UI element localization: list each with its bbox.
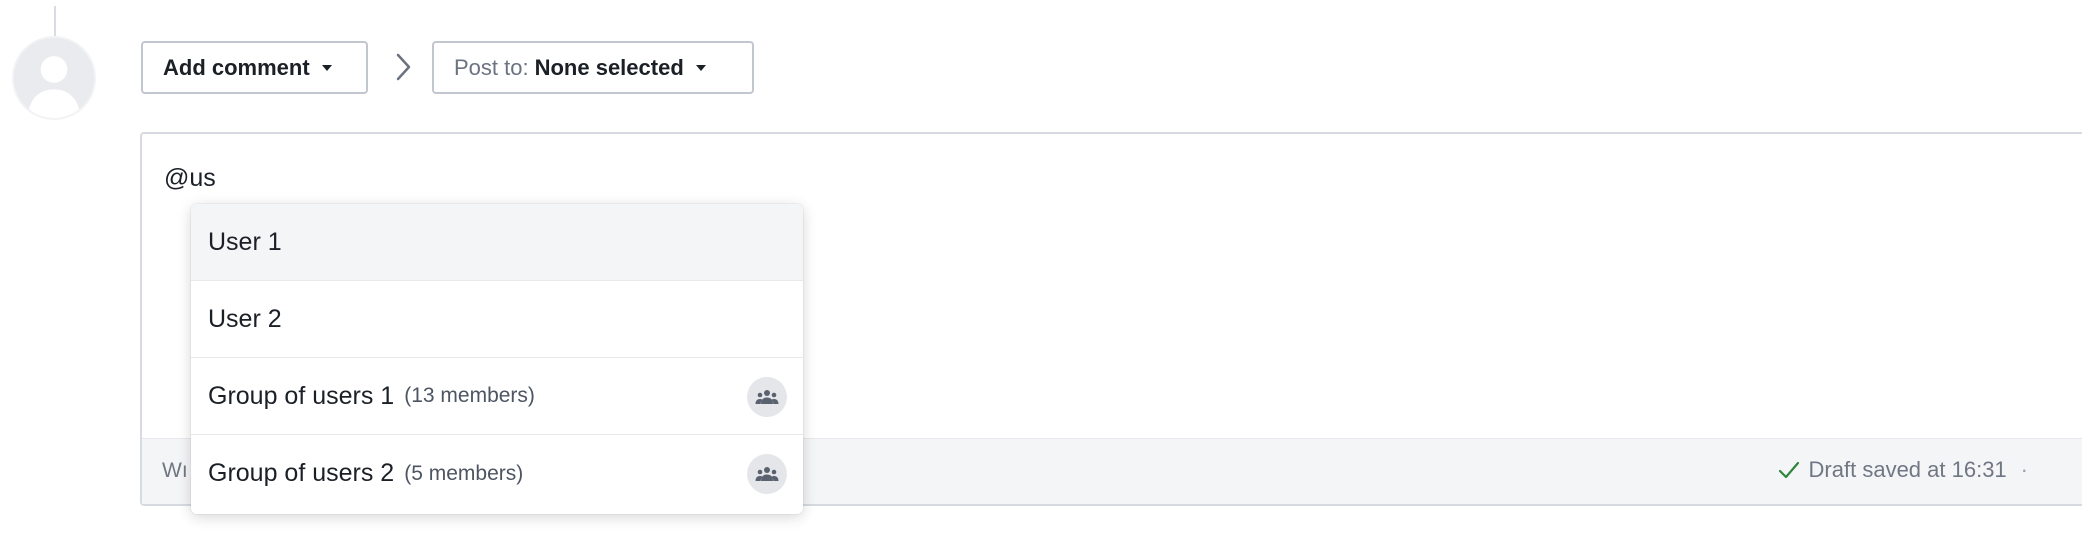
member-count: (13 members) <box>404 384 535 407</box>
mention-option-group-1[interactable]: Group of users 1 (13 members) <box>191 358 803 435</box>
checkmark-icon <box>1778 461 1799 479</box>
post-to-value: None selected <box>534 54 684 80</box>
user-avatar <box>12 36 96 120</box>
add-comment-dropdown[interactable]: Add comment <box>141 41 368 94</box>
mention-option-label: User 1 <box>208 227 282 256</box>
mention-suggestions-menu: User 1 User 2 Group of users 1 (13 membe… <box>191 204 803 514</box>
mention-option-label: Group of users 1 <box>208 381 395 410</box>
post-to-dropdown[interactable]: Post to: None selected <box>432 41 754 94</box>
mention-option-user-1[interactable]: User 1 <box>191 204 803 281</box>
mention-option-label: User 2 <box>208 304 282 333</box>
thread-line <box>54 6 56 38</box>
draft-status: Draft saved at 16:31 · <box>1777 457 2028 483</box>
post-to-prefix: Post to: <box>454 54 529 80</box>
group-icon <box>747 377 787 417</box>
add-comment-label: Add comment <box>163 54 310 80</box>
mention-option-label: Group of users 2 <box>208 459 395 487</box>
member-count: (5 members) <box>404 461 524 485</box>
mention-option-group-2[interactable]: Group of users 2 (5 members) <box>191 435 803 512</box>
footer-hint: Wı <box>162 459 188 482</box>
draft-separator: · <box>2020 457 2028 482</box>
user-avatar-icon <box>14 38 94 118</box>
draft-status-text: Draft saved at 16:31 <box>1808 457 2007 482</box>
chevron-right-icon <box>396 53 411 81</box>
editor-text[interactable]: @us <box>164 164 216 193</box>
caret-down-icon <box>321 64 332 71</box>
group-icon <box>747 454 787 494</box>
caret-down-icon <box>695 64 706 71</box>
mention-option-user-2[interactable]: User 2 <box>191 281 803 358</box>
